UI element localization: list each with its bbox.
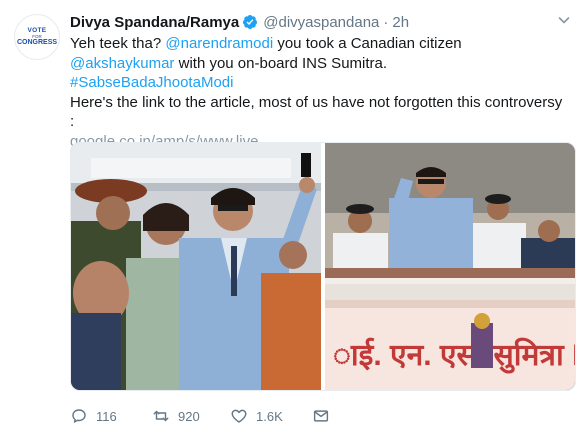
like-count: 1.6K: [256, 408, 283, 424]
tweet-text-pre: Yeh teek tha?: [70, 35, 166, 52]
reply-count: 116: [96, 408, 117, 424]
banner-text: ाई. एन. एस. सुमित्रा INS: [333, 337, 576, 374]
tweet-text-post: with you on-board INS Sumitra.: [174, 54, 388, 72]
tweet-text: Yeh teek tha? @narendramodi you took a C…: [70, 34, 570, 151]
chevron-down-icon[interactable]: [558, 14, 570, 26]
retweet-icon: [153, 410, 169, 422]
retweet-count: 920: [178, 408, 200, 424]
author-name[interactable]: Divya Spandana/Ramya: [70, 14, 239, 31]
verified-badge-icon: [243, 15, 258, 29]
media-gallery[interactable]: ाई. एन. एस. सुमित्रा INS: [70, 142, 576, 391]
tweet-text-article: Here's the link to the article, most of …: [70, 93, 563, 131]
tweet: VOTE FOR CONGRESS Divya Spandana/Ramya @…: [0, 0, 580, 441]
tweet-timestamp[interactable]: 2h: [392, 14, 409, 31]
tweet-text-mid: you took a Canadian citizen: [273, 35, 462, 52]
media-photos: ाई. एन. एस. सुमित्रा INS: [71, 143, 576, 391]
retweet-button[interactable]: 920: [152, 404, 200, 428]
mention-narendramodi[interactable]: @narendramodi: [165, 35, 273, 52]
author-handle[interactable]: @divyaspandana: [263, 14, 379, 31]
reply-icon: [72, 409, 86, 423]
heart-icon: [231, 409, 247, 423]
like-button[interactable]: 1.6K: [230, 404, 283, 428]
mention-akshaykumar[interactable]: @akshaykumar: [70, 55, 174, 72]
tweet-header: Divya Spandana/Ramya @divyaspandana · 2h: [70, 12, 409, 32]
tweet-line-1: Yeh teek tha? @narendramodi you took a C…: [70, 34, 570, 73]
avatar-line-vote: VOTE: [27, 27, 47, 34]
direct-message-button[interactable]: [312, 404, 330, 428]
separator-dot: ·: [383, 13, 389, 31]
envelope-icon: [313, 410, 329, 422]
reply-button[interactable]: 116: [70, 404, 117, 428]
photo-selfie[interactable]: [71, 143, 321, 391]
hashtag-link[interactable]: #SabseBadaJhootaModi: [70, 74, 233, 91]
avatar-line-congress: CONGRESS: [16, 39, 58, 46]
avatar[interactable]: VOTE FOR CONGRESS: [14, 14, 60, 60]
photo-salute[interactable]: ाई. एन. एस. सुमित्रा INS: [325, 143, 576, 391]
